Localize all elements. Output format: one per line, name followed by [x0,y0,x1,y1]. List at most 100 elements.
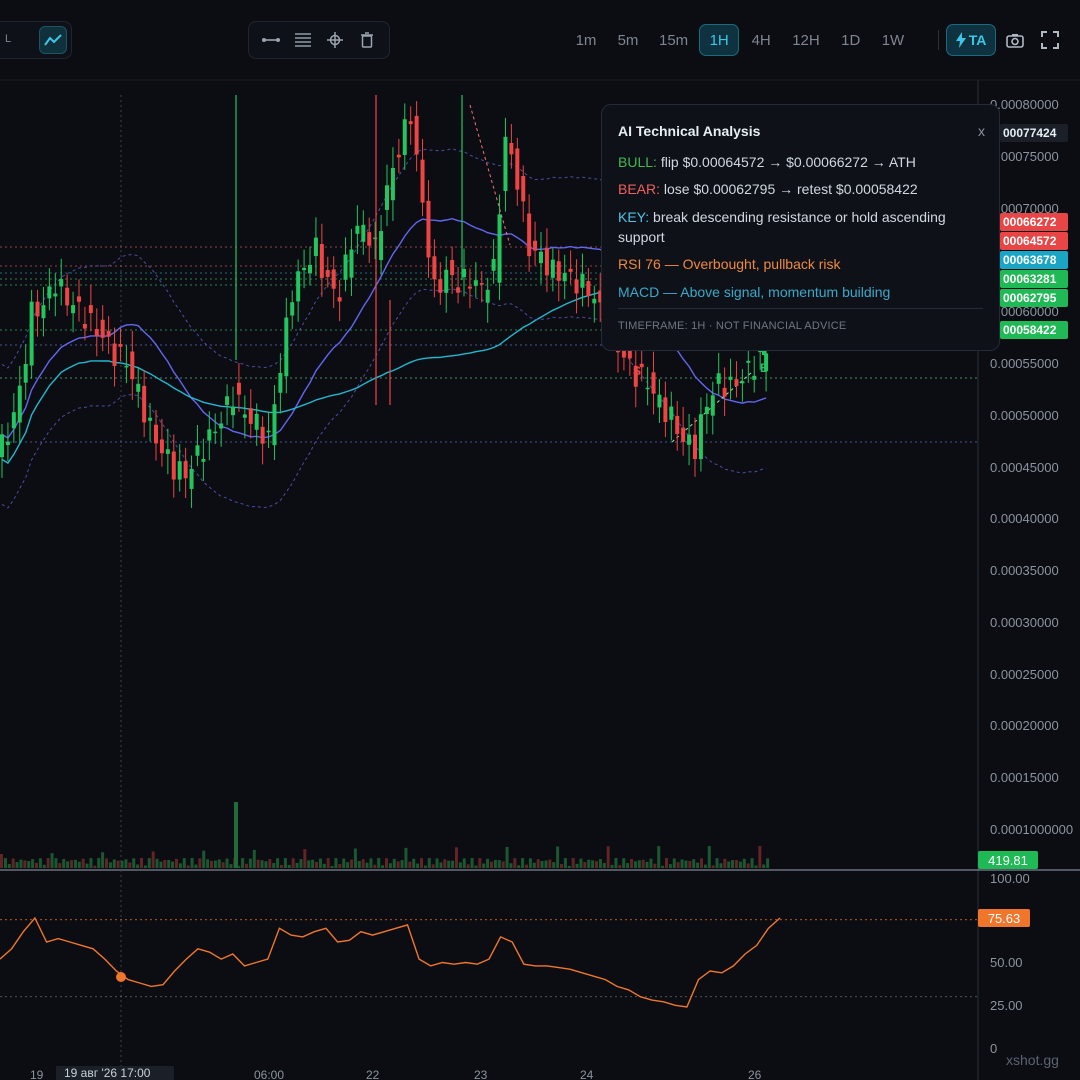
volume-bar [746,863,750,868]
candle [663,397,668,422]
volume-bar [548,859,552,868]
volume-bar [575,863,579,868]
candle [734,379,739,386]
candle [479,283,484,285]
volume-bar [474,865,478,868]
buy-signal-marker: B [760,361,769,375]
volume-bar [361,859,365,868]
volume-bar [136,864,140,868]
candle [722,387,727,397]
candle [29,301,34,366]
volume-bar [315,861,318,868]
candle [355,225,360,234]
candle [154,424,158,444]
volume-bar [245,863,248,868]
volume-bar [470,858,474,868]
volume-bar [540,860,544,868]
volume-bar [672,858,676,868]
candle [361,224,366,242]
volume-bar [35,862,38,868]
volume-bar [416,863,420,868]
volume-bar [762,864,766,868]
candle [485,289,490,303]
volume-bar [560,864,563,868]
volume-bar [427,858,431,868]
volume-bar [0,854,3,868]
volume-bar [23,860,27,868]
candle [236,382,241,395]
volume-bar [175,858,178,868]
candle [284,317,289,377]
volume-bar [501,861,505,868]
candle [568,268,573,272]
candle [41,305,46,319]
volume-bar [287,864,291,868]
candle [112,343,117,366]
volume-bar [108,862,112,868]
price-level-tag: 00062795 [1000,289,1068,307]
candle [231,406,235,416]
volume-bar [703,864,707,868]
candle [331,269,336,289]
volume-bar [346,862,350,868]
volume-bar [272,863,276,868]
volume-bar [688,860,692,868]
volume-bar [598,859,602,868]
candle [59,279,64,287]
volume-bar [412,858,416,868]
volume-bar [143,865,147,868]
candle [183,461,188,479]
volume-bar [571,858,575,868]
candle [515,148,520,190]
volume-bar [742,858,746,868]
volume-bar [431,864,435,868]
volume-bar [396,861,400,868]
candle [509,143,514,155]
volume-bar [252,849,256,868]
candle [450,260,455,276]
volume-bar [73,859,77,868]
candle [248,408,253,424]
candle [0,434,4,458]
current-price-tag: 00077424 [1000,124,1068,142]
candle [65,287,70,306]
volume-bar [719,863,723,868]
close-icon[interactable]: x [978,123,985,139]
volume-bar [357,860,361,868]
candle [88,305,93,313]
volume-bar [536,859,540,868]
volume-bar [15,862,19,868]
volume-bar [513,858,517,868]
volume-bar [229,864,233,868]
rsi-tick-50: 50.00 [990,955,1023,970]
candle [148,417,153,421]
volume-bar [264,861,268,868]
volume-bar [373,864,377,868]
candle [136,383,141,392]
candle [260,426,265,444]
price-tick: 0.00045000 [990,459,1059,475]
volume-bar [684,860,688,868]
candle [242,414,247,418]
candle [432,256,437,280]
candle [100,319,105,338]
volume-bar [645,861,649,868]
price-tick: 0.00075000 [990,148,1059,164]
candle [491,259,496,271]
volume-bar [595,861,598,868]
volume-bar [758,846,762,868]
candle [266,430,271,433]
volume-bar [112,859,116,868]
key-line: KEY: break descending resistance or hold… [618,207,988,247]
candle [444,269,449,293]
volume-bar [206,859,210,868]
candle [574,279,579,294]
candle [290,302,295,316]
volume-bar [486,858,490,868]
volume-bar [626,863,630,868]
volume-bar [93,865,97,868]
volume-bar [353,848,357,868]
candle [687,434,692,445]
candle [23,363,28,383]
candle [11,412,16,429]
